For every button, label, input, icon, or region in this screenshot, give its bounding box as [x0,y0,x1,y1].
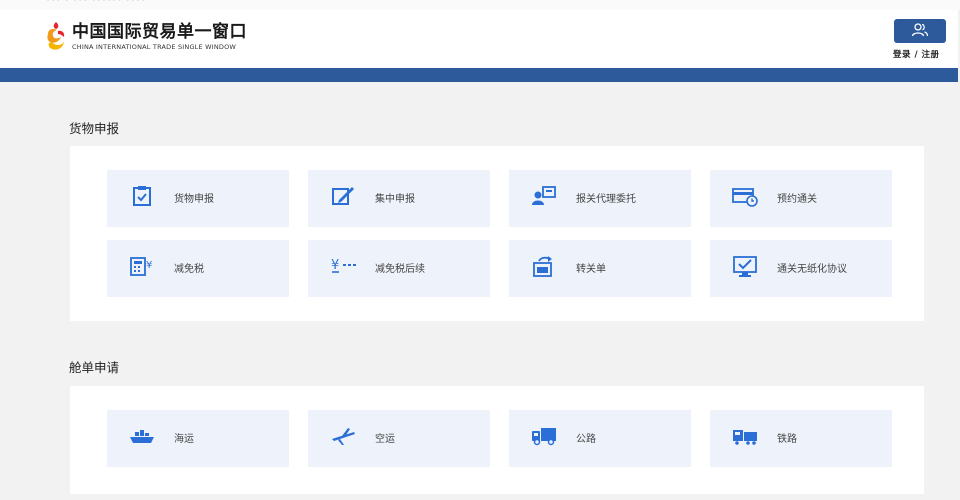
truck-icon [531,424,557,448]
tile-air-transport[interactable]: 空运 [308,410,490,467]
manifest-panel: 海运 空运 公路 铁路 [70,386,924,494]
calculator-icon: ¥ [129,254,155,278]
tile-label: 通关无纸化协议 [777,264,847,275]
logo-subtitle: CHINA INTERNATIONAL TRADE SINGLE WINDOW [72,43,237,51]
tile-appointment-clearance[interactable]: 预约通关 [710,170,892,227]
train-icon [732,424,758,448]
tile-label: 公路 [576,434,596,445]
agent-id-icon [531,184,557,208]
tile-label: 货物申报 [174,194,214,205]
tile-rail-transport[interactable]: 铁路 [710,410,892,467]
tile-label: 转关单 [576,264,606,275]
logo-emblem-icon [44,20,68,54]
svg-text:¥: ¥ [331,258,339,273]
tile-label: 海运 [174,434,194,445]
tile-tax-reduction[interactable]: ¥ 减免税 [107,240,289,297]
tax-followup-icon: ¥ [330,254,356,278]
pen-edit-icon [330,184,356,208]
svg-text:¥: ¥ [146,260,152,271]
tile-label: 减免税后续 [375,264,425,275]
card-clock-icon [732,184,758,208]
users-icon [911,22,929,41]
ship-icon [129,424,155,448]
monitor-check-icon [732,254,758,278]
top-strip: ••• • ••• •••••• •••• [0,0,960,10]
tile-goods-declaration[interactable]: 货物申报 [107,170,289,227]
site-logo[interactable]: 中国国际贸易单一窗口 CHINA INTERNATIONAL TRADE SIN… [44,20,247,54]
tile-transfer-customs[interactable]: 转关单 [509,240,691,297]
breadcrumb: ••• • ••• •••••• •••• [46,0,147,4]
tile-label: 报关代理委托 [576,194,636,205]
goods-declaration-panel: 货物申报 集中申报 报关代理委托 预约通关 ¥ 减免税 ¥ 减免税后续 转关单 … [70,146,924,321]
section-title-goods-declaration: 货物申报 [69,121,120,136]
tile-label: 铁路 [777,434,797,445]
section-title-manifest: 舱单申请 [69,360,120,375]
login-register-link[interactable]: 登录 / 注册 [893,48,940,60]
site-header: 中国国际贸易单一窗口 CHINA INTERNATIONAL TRADE SIN… [0,10,958,68]
tile-sea-transport[interactable]: 海运 [107,410,289,467]
login-button[interactable] [894,19,946,43]
tile-customs-agent-entrust[interactable]: 报关代理委托 [509,170,691,227]
tile-label: 集中申报 [375,194,415,205]
tile-label: 减免税 [174,264,204,275]
clipboard-check-icon [129,184,155,208]
tile-label: 预约通关 [777,194,817,205]
logo-title: 中国国际贸易单一窗口 [72,22,247,42]
tile-tax-reduction-followup[interactable]: ¥ 减免税后续 [308,240,490,297]
tile-road-transport[interactable]: 公路 [509,410,691,467]
tile-paperless-agreement[interactable]: 通关无纸化协议 [710,240,892,297]
nav-bar [0,68,958,82]
airplane-icon [330,424,356,448]
tile-centralized-declaration[interactable]: 集中申报 [308,170,490,227]
tile-label: 空运 [375,434,395,445]
transfer-document-icon [531,254,557,278]
